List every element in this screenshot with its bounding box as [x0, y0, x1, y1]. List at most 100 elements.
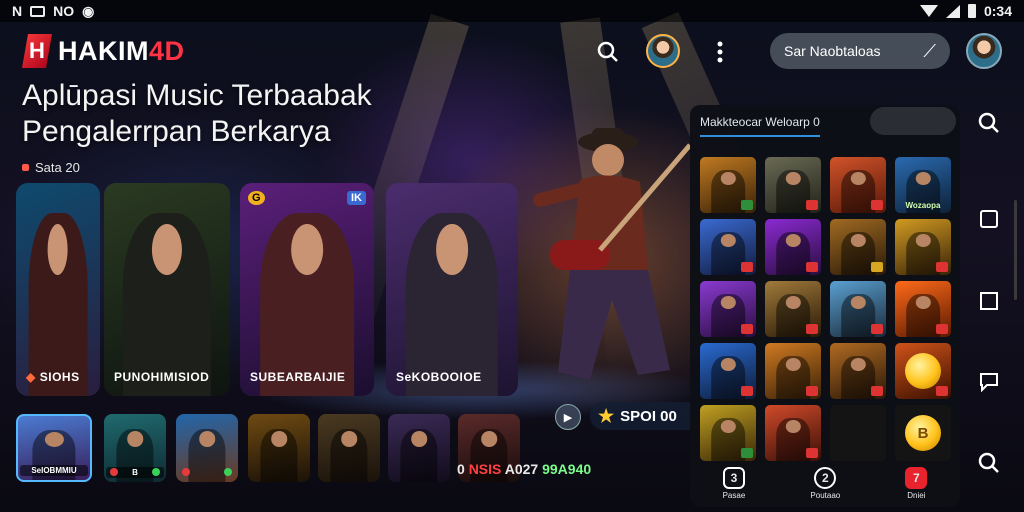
tile-badge-icon: [871, 386, 883, 396]
coin-tile[interactable]: [895, 343, 951, 399]
star-icon: ★: [598, 405, 615, 426]
card-badge-icon: G: [248, 191, 265, 205]
game-tile[interactable]: [830, 281, 886, 337]
battery-icon: [967, 4, 976, 18]
card-tag: IK: [347, 191, 366, 205]
search-icon: [597, 41, 618, 62]
game-tile[interactable]: [895, 219, 951, 275]
musician-image: [28, 212, 88, 396]
avatar[interactable]: [646, 34, 680, 68]
subtitle-text: Sata 20: [35, 160, 80, 175]
tile-badge-icon: [806, 386, 818, 396]
card-caption-text: PUNOHIMISIOD: [114, 370, 210, 384]
thumbnail-item[interactable]: [388, 414, 450, 482]
thumbnail-item[interactable]: B: [104, 414, 166, 482]
logo-mark: H: [22, 34, 52, 68]
rail-recent-button[interactable]: [976, 206, 1002, 232]
panel-bottom-nav: 3 Pasae 2 Poutaao 7 Dniei: [690, 460, 960, 507]
rail-overview-button[interactable]: [976, 288, 1002, 314]
thumbnail-item[interactable]: SeIOBMMIU: [16, 414, 92, 482]
tool-icon[interactable]: ⟋: [923, 41, 936, 62]
score-badge[interactable]: ★ SPOI 00: [590, 402, 690, 430]
nav-icon: 3: [722, 467, 745, 489]
profile-avatar[interactable]: [966, 33, 1002, 69]
game-tile[interactable]: [765, 157, 821, 213]
tile-image: [711, 170, 745, 213]
tile-badge-icon: [741, 200, 753, 210]
panel-search-pill[interactable]: [870, 107, 956, 135]
search-button[interactable]: [592, 36, 624, 68]
game-tile[interactable]: [830, 219, 886, 275]
tile-badge-icon: [741, 448, 753, 458]
feature-card[interactable]: ◆ SIOHS: [16, 183, 100, 396]
tile-badge-icon: [936, 386, 948, 396]
panel-nav-item[interactable]: 2 Poutaao: [810, 467, 840, 500]
play-button[interactable]: ▶: [555, 404, 581, 430]
logo-text: HAKIM4D: [58, 35, 185, 66]
status-dot-icon: [182, 468, 190, 476]
scrollbar[interactable]: [1014, 200, 1017, 300]
game-tile[interactable]: [765, 343, 821, 399]
game-tile[interactable]: [700, 343, 756, 399]
ticker-text: 0 NSIS A027 99A940: [457, 461, 592, 477]
game-tile[interactable]: [895, 281, 951, 337]
rail-search-button-2[interactable]: [976, 450, 1002, 476]
game-tile[interactable]: [700, 281, 756, 337]
headline-line-1: Aplūpasi Music Terbaabak: [22, 79, 372, 112]
tile-image: [776, 418, 810, 461]
thumbnail-image: [188, 428, 226, 482]
tile-image: [776, 356, 810, 399]
thumbnail-item[interactable]: [248, 414, 310, 482]
tile-badge-icon: [936, 262, 948, 272]
feature-card[interactable]: SeKOBOOIOE: [386, 183, 518, 396]
game-tile[interactable]: [765, 281, 821, 337]
page-title: Aplūpasi Music Terbaabak Pengalerrpan Be…: [22, 78, 372, 150]
card-caption: SUBEARBAIJIE: [250, 370, 345, 384]
tile-badge-icon: [936, 324, 948, 334]
feature-card[interactable]: PUNOHIMISIOD: [104, 183, 230, 396]
status-dot-icon: [224, 468, 232, 476]
tile-image: [841, 232, 875, 275]
search-input[interactable]: Sar Naobtaloas ⟋: [770, 33, 950, 69]
panel-nav-item[interactable]: 3 Pasae: [722, 467, 745, 500]
more-vertical-icon: [717, 41, 723, 63]
nav-label: Poutaao: [810, 491, 841, 500]
tile-image: [711, 232, 745, 275]
square-icon: [980, 292, 998, 310]
status-dot-icon: [110, 468, 118, 476]
rail-chat-button[interactable]: [976, 368, 1002, 394]
panel-nav-item[interactable]: 7 Dniei: [905, 467, 928, 500]
panel-tab-indicator: [700, 135, 820, 137]
score-text: SPOI 00: [620, 407, 677, 425]
musician-image: [405, 212, 499, 396]
headline-line-2: Pengalerrpan Berkarya: [22, 115, 331, 148]
rail-search-button[interactable]: [976, 110, 1002, 136]
card-caption-text: SUBEARBAIJIE: [250, 370, 346, 384]
game-tile[interactable]: [830, 343, 886, 399]
tile-badge-icon: [806, 262, 818, 272]
game-tile[interactable]: [700, 405, 756, 461]
app-screen: N NO ◉ 0:34 H HAKIM4D Aplūpasi Music Ter…: [0, 0, 1024, 512]
feature-card[interactable]: G IK SUBEARBAIJIE: [240, 183, 374, 396]
subtitle-dot-icon: [22, 164, 29, 171]
tile-badge-icon: [871, 324, 883, 334]
game-tile[interactable]: [830, 157, 886, 213]
game-tile[interactable]: [700, 157, 756, 213]
coin-tile[interactable]: B: [895, 405, 951, 461]
chat-icon: [980, 373, 998, 392]
thumbnail-item[interactable]: [176, 414, 238, 482]
game-tile[interactable]: Wozaopa: [895, 157, 951, 213]
status-bar: N NO ◉ 0:34: [0, 0, 1024, 22]
caption-icon: ◆: [26, 370, 36, 384]
musician-image: [260, 212, 354, 396]
game-tile[interactable]: [700, 219, 756, 275]
game-tile[interactable]: [765, 405, 821, 461]
thumbnail-image: [400, 428, 438, 482]
more-menu-button[interactable]: [704, 36, 736, 68]
panel-heading: Makkteocar Weloarp 0: [700, 115, 820, 129]
thumbnail-item[interactable]: [318, 414, 380, 482]
search-icon: [978, 112, 999, 133]
game-tile[interactable]: [765, 219, 821, 275]
app-logo[interactable]: H HAKIM4D: [22, 34, 185, 68]
tile-badge-icon: [741, 262, 753, 272]
